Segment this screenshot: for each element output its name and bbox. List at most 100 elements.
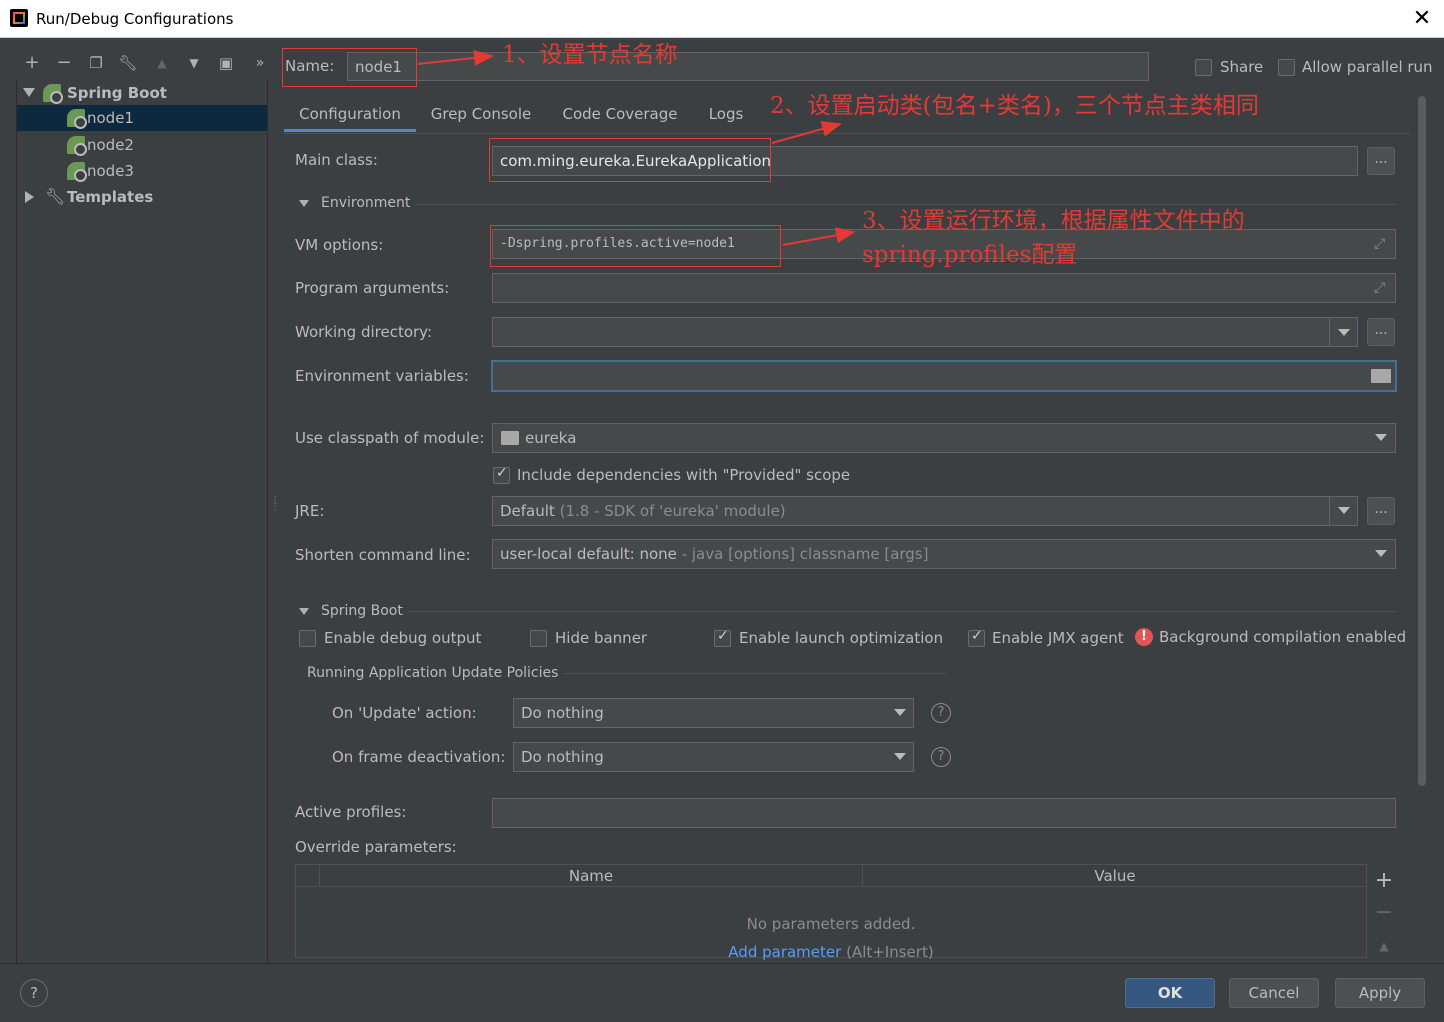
chevron-down-icon[interactable] — [1338, 329, 1350, 336]
classpath-module-label: Use classpath of module: — [295, 429, 485, 447]
on-frame-deactivation-select[interactable]: Do nothing — [513, 742, 914, 772]
active-profiles-field[interactable] — [492, 798, 1396, 828]
section-divider — [564, 673, 946, 674]
working-directory-field[interactable] — [492, 317, 1358, 347]
splitter-handle[interactable]: ⋮ ⋮ — [270, 496, 280, 518]
hide-banner-checkbox[interactable] — [530, 630, 547, 647]
copy-icon[interactable]: ❐ — [84, 50, 108, 76]
tree-item-label: node2 — [87, 136, 134, 154]
scrollbar[interactable] — [1418, 96, 1426, 786]
collapse-arrow-icon[interactable] — [25, 191, 34, 203]
tree-group-spring-boot[interactable]: Spring Boot — [17, 80, 267, 106]
vm-options-label: VM options: — [295, 236, 384, 254]
close-icon[interactable]: ✕ — [1408, 5, 1436, 33]
help-icon[interactable]: ? — [931, 703, 951, 723]
folder-add-icon[interactable]: ▣ — [214, 50, 238, 76]
spring-boot-section-title: Spring Boot — [321, 603, 403, 619]
tab-code-coverage[interactable]: Code Coverage — [550, 96, 690, 132]
launch-optimization-label: Enable launch optimization — [739, 629, 944, 647]
spring-boot-icon — [67, 109, 87, 129]
column-header-value[interactable]: Value — [864, 865, 1366, 887]
working-directory-label: Working directory: — [295, 323, 433, 341]
remove-parameter-icon[interactable]: − — [1372, 901, 1396, 925]
ok-button[interactable]: OK — [1125, 978, 1215, 1008]
cancel-button[interactable]: Cancel — [1229, 978, 1319, 1008]
tree-group-label: Templates — [67, 188, 154, 206]
help-icon[interactable]: ? — [931, 747, 951, 767]
jmx-agent-checkbox[interactable] — [968, 628, 985, 647]
spring-boot-collapse-icon[interactable] — [299, 608, 309, 615]
window-title: Run/Debug Configurations — [36, 10, 234, 28]
jre-select[interactable]: Default (1.8 - SDK of 'eureka' module) — [492, 496, 1358, 526]
add-parameter-link[interactable]: Add parameter — [728, 943, 841, 961]
environment-collapse-icon[interactable] — [299, 200, 309, 207]
more-icon[interactable]: » — [248, 50, 272, 76]
shorten-value: user-local default: none — [500, 545, 677, 563]
add-icon[interactable]: + — [20, 50, 44, 76]
dropdown-separator — [1329, 497, 1330, 525]
on-update-label: On 'Update' action: — [332, 704, 477, 722]
tree-item-node1[interactable]: node1 — [17, 105, 267, 131]
chevron-down-icon[interactable] — [1338, 507, 1350, 514]
add-parameter-hint: (Alt+Insert) — [846, 943, 934, 961]
tree-item-node3[interactable]: node3 — [17, 158, 267, 184]
tab-logs[interactable]: Logs — [698, 96, 754, 132]
shorten-command-line-select[interactable]: user-local default: none - java [options… — [492, 539, 1396, 569]
parallel-run-label: Allow parallel run — [1302, 58, 1433, 76]
tab-grep-console[interactable]: Grep Console — [420, 96, 542, 132]
help-button[interactable]: ? — [20, 979, 48, 1007]
spring-boot-icon — [43, 84, 63, 104]
apply-button[interactable]: Apply — [1335, 978, 1425, 1008]
browse-working-directory-button[interactable]: ... — [1367, 318, 1395, 346]
chevron-down-icon[interactable] — [894, 709, 906, 716]
include-dependencies-checkbox[interactable] — [493, 465, 510, 484]
chevron-down-icon[interactable] — [894, 753, 906, 760]
add-parameter-icon[interactable]: + — [1372, 869, 1396, 893]
move-up-icon[interactable]: ▲ — [150, 50, 174, 76]
environment-variables-label: Environment variables: — [295, 367, 469, 385]
chevron-down-icon[interactable] — [1375, 550, 1387, 557]
spring-boot-icon — [67, 162, 87, 182]
environment-variables-field[interactable] — [491, 360, 1397, 392]
expand-arrow-icon[interactable] — [23, 88, 35, 97]
program-arguments-field[interactable] — [492, 273, 1396, 303]
folder-icon[interactable] — [1371, 369, 1391, 383]
move-up-parameter-icon[interactable]: ▲ — [1372, 934, 1396, 958]
expand-icon[interactable]: ⤢ — [1374, 280, 1390, 296]
expand-icon[interactable]: ⤢ — [1374, 236, 1390, 252]
on-update-select[interactable]: Do nothing — [513, 698, 914, 728]
spring-boot-icon — [67, 136, 87, 156]
browse-main-class-button[interactable]: ... — [1367, 147, 1395, 175]
annotation-text-2: 2、设置启动类(包名+类名)，三个节点主类相同 — [770, 93, 1259, 119]
config-toolbar: + − ❐ 🔧︎ ▲ ▼ ▣ » — [16, 50, 268, 78]
background-compilation-label: Background compilation enabled — [1159, 628, 1407, 646]
classpath-module-select[interactable]: eureka — [492, 423, 1396, 453]
title-bar: Run/Debug Configurations ✕ — [0, 0, 1444, 38]
launch-optimization-checkbox[interactable] — [714, 628, 731, 647]
program-arguments-label: Program arguments: — [295, 279, 450, 297]
column-header-name[interactable]: Name — [320, 865, 863, 887]
override-parameters-table: Name Value No parameters added. Add para… — [295, 864, 1367, 961]
wrench-icon[interactable]: 🔧︎ — [116, 50, 140, 76]
remove-icon[interactable]: − — [52, 50, 76, 76]
chevron-down-icon[interactable] — [1375, 434, 1387, 441]
wrench-icon: 🔧︎ — [45, 187, 66, 206]
environment-section-title: Environment — [321, 195, 411, 211]
share-checkbox[interactable] — [1195, 59, 1212, 76]
annotation-box-main-class — [489, 138, 771, 182]
annotation-box-vm-options — [490, 225, 781, 267]
module-folder-icon — [501, 431, 519, 445]
tree-item-node2[interactable]: node2 — [17, 132, 267, 158]
tree-group-templates[interactable]: 🔧︎ Templates — [17, 184, 267, 210]
section-divider — [408, 611, 1396, 612]
annotation-text-3b: spring.profiles配置 — [862, 242, 1078, 268]
name-field[interactable]: node1 — [347, 52, 1149, 81]
tree-item-label: node3 — [87, 162, 134, 180]
parallel-run-checkbox[interactable] — [1278, 59, 1295, 76]
shorten-command-line-label: Shorten command line: — [295, 546, 471, 564]
enable-debug-output-checkbox[interactable] — [299, 630, 316, 647]
jmx-agent-label: Enable JMX agent — [992, 629, 1124, 647]
move-down-icon[interactable]: ▼ — [182, 50, 206, 76]
tab-configuration[interactable]: Configuration — [284, 96, 416, 132]
browse-jre-button[interactable]: ... — [1367, 497, 1395, 525]
